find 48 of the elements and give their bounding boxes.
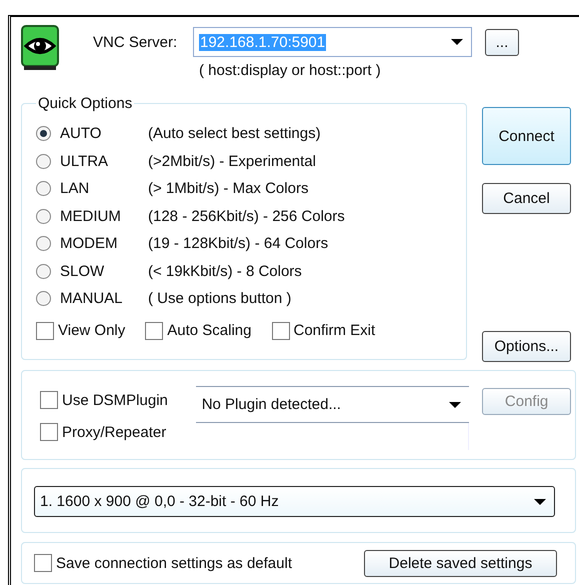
radio-button[interactable] [36,264,51,279]
option-description: (> 1Mbit/s) - Max Colors [148,180,308,198]
group-title: Quick Options [37,95,134,112]
checkbox[interactable] [145,322,164,340]
checkbox-label: Auto Scaling [167,322,252,339]
cancel-button[interactable]: Cancel [482,183,571,214]
display-select[interactable]: 1. 1600 x 900 @ 0,0 - 32-bit - 60 Hz [34,486,555,517]
radio-button[interactable] [36,154,51,169]
server-hint: ( host:display or host::port ) [199,62,382,79]
option-label: MODEM [60,235,118,252]
checkbox-label: Proxy/Repeater [62,424,166,440]
option-label: ULTRA [60,152,110,170]
checkbox-label: View Only [58,322,126,339]
option-description: (>2Mbit/s) - Experimental [148,152,316,170]
caret-icon [451,39,463,45]
option-label: MANUAL [60,290,124,308]
option-label: SLOW [60,262,106,280]
radio-button[interactable] [36,181,51,196]
radio-button[interactable] [36,126,51,142]
connect-button[interactable]: Connect [482,107,571,165]
checkbox-label: Save connection settings as default [56,554,292,572]
eye-icon [21,25,59,71]
checkbox-label: Confirm Exit [294,322,376,339]
checkbox[interactable] [272,322,290,340]
options-button[interactable]: Options... [482,331,571,362]
caret-icon [449,402,462,408]
checkbox[interactable] [36,322,54,340]
server-value: 192.168.1.70:5901 [199,34,326,50]
caret-icon [534,498,546,504]
option-label: LAN [60,180,90,198]
radio-button[interactable] [36,291,51,306]
delete-settings-button[interactable]: Delete saved settings [364,550,557,576]
plugin-select[interactable]: No Plugin detected... [196,386,470,423]
checkbox-label: Use DSMPlugin [62,392,168,408]
option-description: ( Use options button ) [148,290,292,308]
option-description: (128 - 256Kbit/s) - 256 Colors [148,208,345,225]
option-description: (19 - 128Kbit/s) - 64 Colors [148,235,328,252]
option-label: MEDIUM [60,208,122,225]
server-label: VNC Server: [93,34,178,50]
radio-button[interactable] [36,236,51,252]
option-description: (< 19kKbit/s) - 8 Colors [148,262,302,280]
option-label: AUTO [60,125,102,142]
checkbox[interactable] [40,423,58,441]
option-description: (Auto select best settings) [148,125,321,142]
checkbox[interactable] [34,554,52,572]
browse-button[interactable]: ... [485,28,519,56]
radio-button[interactable] [36,208,51,224]
checkbox[interactable] [40,391,58,409]
